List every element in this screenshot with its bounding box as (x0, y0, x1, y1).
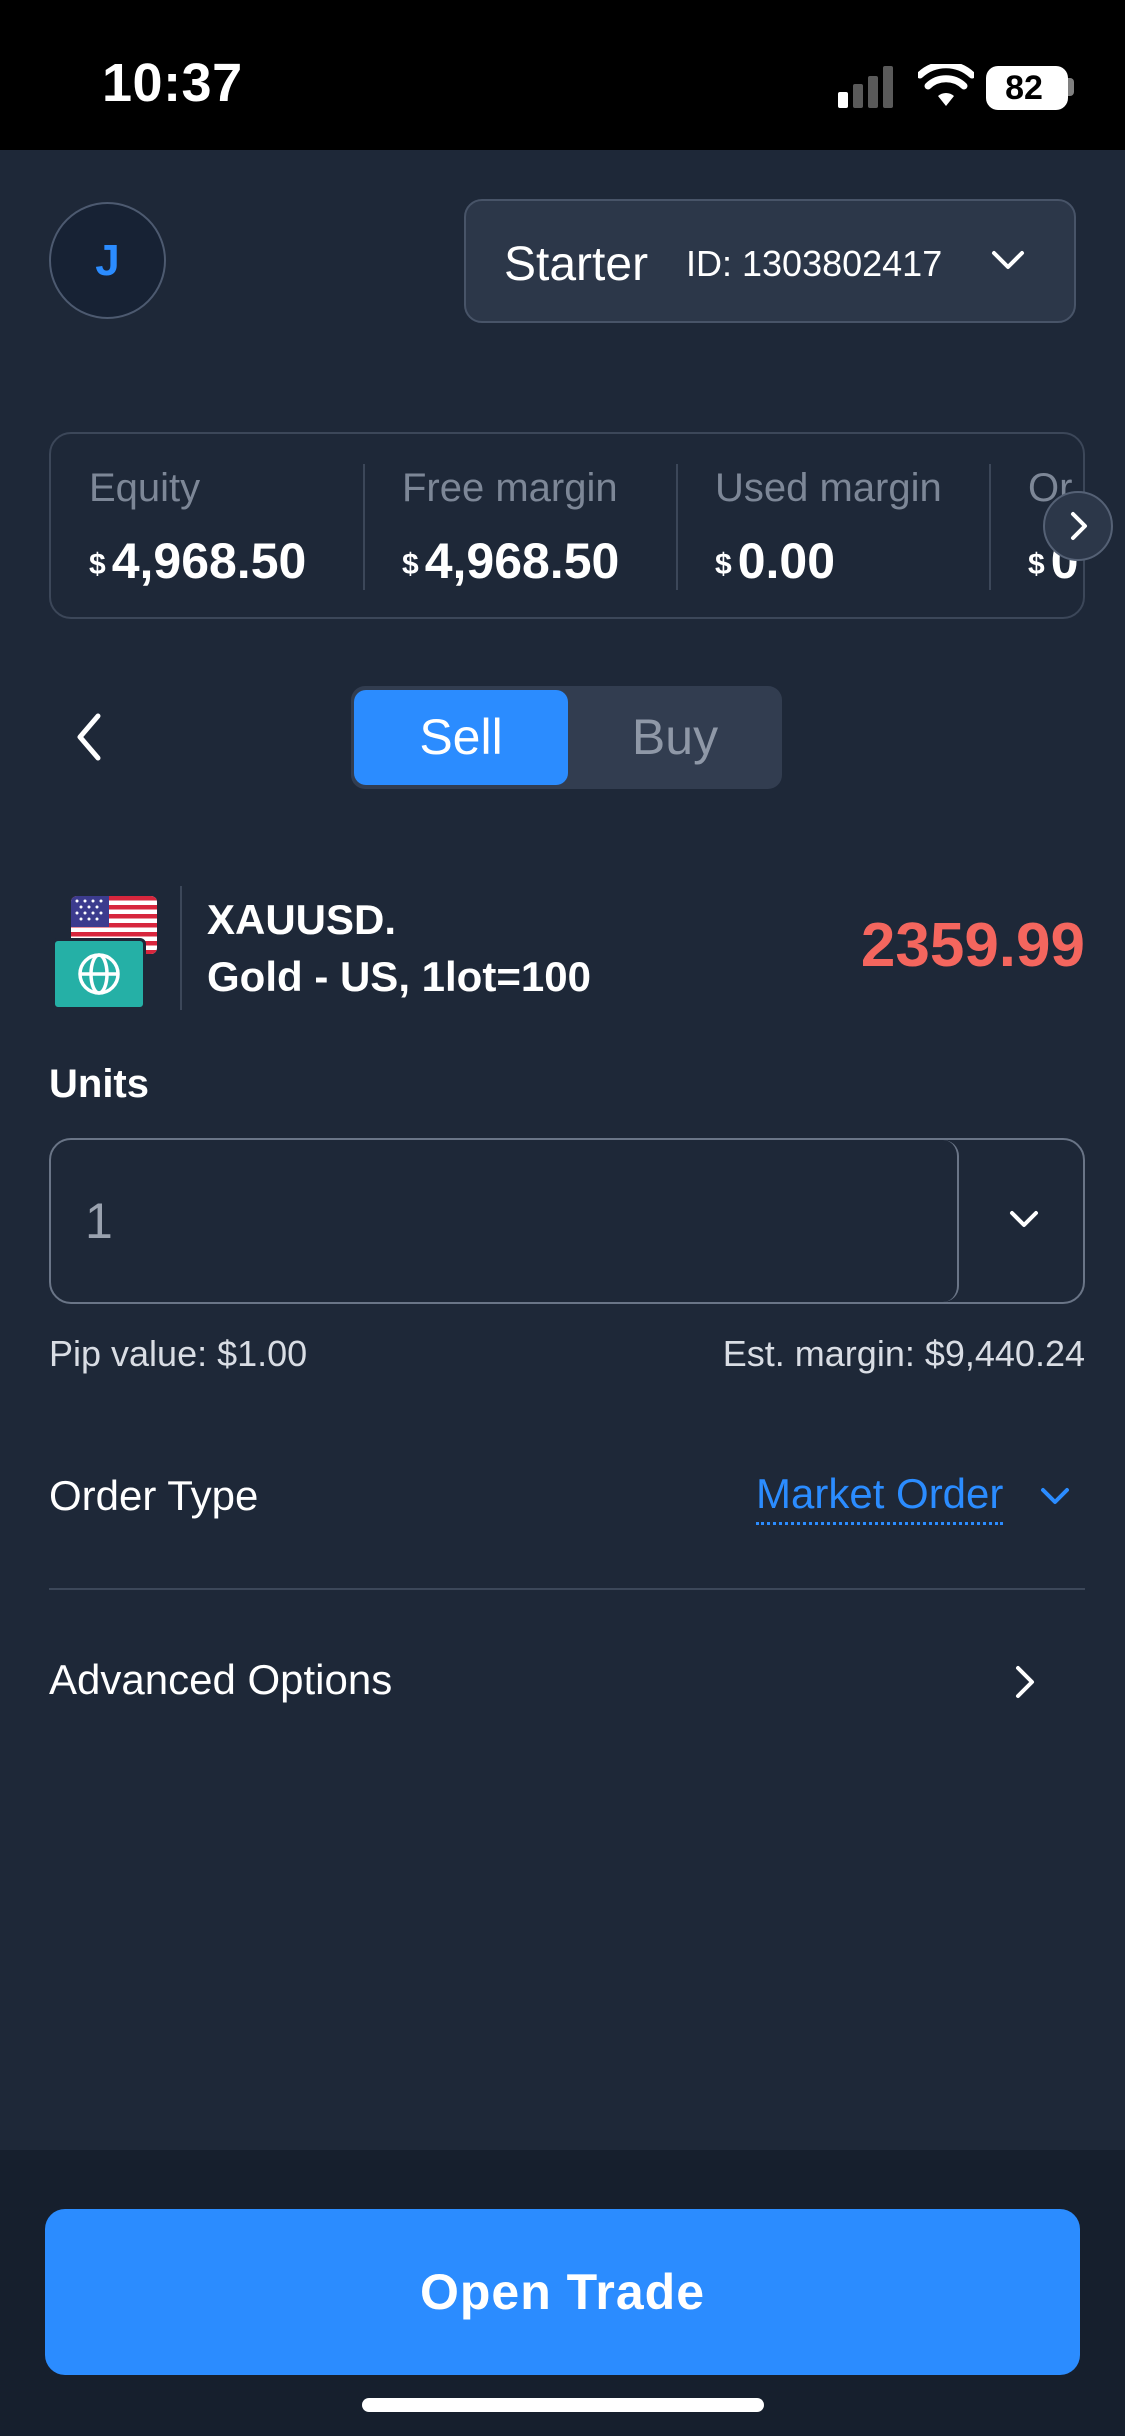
open-trade-button[interactable]: Open Trade (45, 2209, 1080, 2375)
wifi-icon (918, 64, 974, 106)
sell-tab[interactable]: Sell (354, 690, 568, 785)
clock: 10:37 (102, 53, 243, 113)
order-type-label: Order Type (49, 1472, 259, 1519)
account-selector[interactable]: Starter ID: 1303802417 (464, 199, 1076, 323)
metric-amount: 4,968.50 (424, 533, 620, 589)
section-divider (49, 1588, 1085, 1590)
back-arrow-icon[interactable] (70, 710, 110, 764)
chevron-right-icon (1071, 512, 1087, 540)
chevron-right-icon[interactable] (1010, 1662, 1040, 1702)
units-field (49, 1138, 1085, 1304)
battery-indicator: 82 (986, 66, 1068, 110)
metric-free-margin: Free margin $4,968.50 (364, 434, 677, 617)
metric-value: $0.00 (715, 532, 835, 590)
cellular-signal-icon (838, 66, 893, 108)
globe-icon (52, 938, 146, 1010)
metric-label: Used margin (715, 466, 942, 510)
pip-value: Pip value: $1.00 (49, 1333, 308, 1374)
chevron-down-icon[interactable] (1038, 1484, 1072, 1508)
order-type-select[interactable]: Market Order (756, 1470, 1004, 1525)
trade-side-toggle: Sell Buy (351, 686, 782, 789)
estimated-margin: Est. margin: $9,440.24 (722, 1333, 1085, 1374)
instrument-symbol: XAUUSD. (207, 896, 397, 943)
metric-value: $4,968.50 (402, 532, 619, 590)
chevron-down-icon (992, 251, 1024, 269)
buy-tab[interactable]: Buy (568, 690, 782, 785)
units-input[interactable] (51, 1140, 959, 1302)
account-metrics[interactable]: Equity $4,968.50 Free margin $4,968.50 U… (49, 432, 1085, 619)
advanced-options-row[interactable]: Advanced Options (49, 1656, 392, 1704)
battery-nub (1068, 78, 1074, 96)
metric-amount: 4,968.50 (111, 533, 307, 589)
currency-symbol: $ (1028, 548, 1045, 581)
battery-level: 82 (1005, 69, 1043, 107)
instrument-divider (180, 886, 182, 1010)
chevron-down-icon[interactable] (1007, 1206, 1041, 1232)
avatar[interactable]: J (49, 202, 166, 319)
currency-symbol: $ (89, 548, 106, 581)
home-indicator (362, 2398, 764, 2412)
account-type: Starter (504, 238, 649, 291)
avatar-initial: J (95, 236, 120, 285)
metric-used-margin: Used margin $0.00 (677, 434, 990, 617)
metric-label: Free margin (402, 466, 618, 510)
currency-symbol: $ (402, 548, 419, 581)
units-label: Units (49, 1062, 149, 1106)
metric-value: $4,968.50 (89, 532, 306, 590)
instrument-description: Gold - US, 1lot=100 (207, 953, 591, 1000)
instrument-price: 2359.99 (860, 911, 1085, 980)
account-id: ID: 1303802417 (686, 243, 943, 284)
metric-equity: Equity $4,968.50 (51, 434, 364, 617)
metric-label: Equity (89, 466, 201, 510)
metric-amount: 0.00 (737, 533, 836, 589)
metrics-next-button[interactable] (1043, 491, 1113, 561)
status-bar: 10:37 82 (0, 0, 1125, 150)
currency-symbol: $ (715, 548, 732, 581)
